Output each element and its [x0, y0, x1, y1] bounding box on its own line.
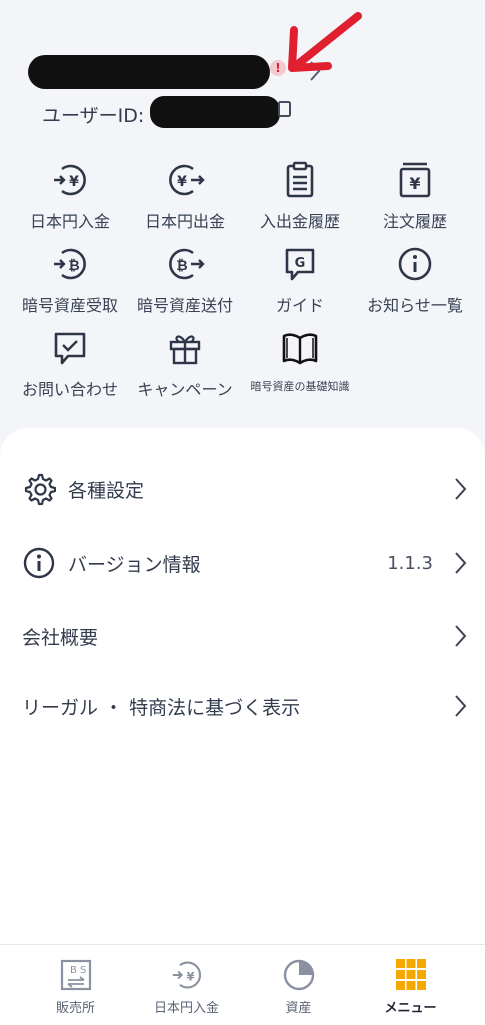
tab-label: 資産 [285, 1001, 312, 1016]
grid-item-history[interactable]: 入出金履歴 [240, 160, 360, 232]
yen-withdraw-icon: ¥ [169, 164, 205, 196]
settings-card: 各種設定 バージョン情報 1.1.3 会社概要 リーガル ・ 特商法に基づく表示 [0, 428, 485, 948]
grid-item-crypto-basics[interactable]: 暗号資産の基礎知識 [240, 328, 360, 394]
user-id-label: ユーザーID: [42, 105, 145, 127]
tab-exchange[interactable]: BS 販売所 [15, 945, 136, 1025]
tab-label: 日本円入金 [153, 1001, 219, 1016]
info-icon [398, 247, 432, 281]
grid-item-label: ガイド [275, 296, 324, 315]
svg-text:S: S [80, 965, 86, 976]
gear-icon [24, 473, 56, 506]
history-icon [286, 161, 314, 198]
chevron-right-icon [455, 695, 467, 717]
yen-deposit-icon: ¥ [172, 961, 201, 989]
menu-item-version[interactable]: バージョン情報 1.1.3 [0, 537, 485, 589]
redacted-username [28, 55, 270, 89]
grid-item-campaign[interactable]: キャンペーン [125, 328, 245, 400]
bottom-tab-bar: BS 販売所 ¥ 日本円入金 資産 メニュー [0, 944, 485, 1025]
gift-icon [169, 335, 201, 365]
pie-chart-icon [283, 959, 314, 991]
grid-item-label: 日本円出金 [144, 212, 225, 231]
svg-text:₿: ₿ [176, 258, 187, 274]
grid-item-crypto-send[interactable]: ₿ 暗号資産送付 [125, 244, 245, 316]
tab-assets[interactable]: 資産 [238, 945, 359, 1025]
exchange-icon: BS [60, 959, 91, 991]
svg-text:¥: ¥ [186, 969, 194, 983]
svg-text:₿: ₿ [68, 258, 79, 274]
menu-item-company[interactable]: 会社概要 [0, 610, 485, 662]
grid-item-label: 暗号資産受取 [21, 296, 118, 315]
grid-item-yen-withdraw[interactable]: ¥ 日本円出金 [125, 160, 245, 232]
crypto-send-icon: ₿ [169, 248, 205, 280]
tab-label: メニュー [384, 1001, 437, 1016]
crypto-receive-icon: ₿ [54, 248, 86, 280]
book-icon [282, 333, 318, 365]
tab-label: 販売所 [55, 1001, 95, 1016]
chevron-right-icon [455, 478, 467, 500]
menu-item-label: バージョン情報 [68, 553, 201, 576]
grid-item-guide[interactable]: G ガイド [240, 244, 360, 316]
grid-item-order-history[interactable]: ¥ 注文履歴 [355, 160, 475, 232]
menu-item-label: 各種設定 [68, 479, 145, 502]
svg-text:¥: ¥ [69, 174, 79, 190]
menu-item-label: リーガル ・ 特商法に基づく表示 [22, 696, 301, 719]
grid-item-label: 暗号資産送付 [136, 296, 233, 315]
profile-section: ! ユーザーID: ¥ 日本円入金 ¥ 日本円出金 入出金履歴 ¥ 注文履歴 ₿… [0, 0, 485, 440]
grid-item-label: お問い合わせ [21, 380, 118, 399]
menu-item-settings[interactable]: 各種設定 [0, 463, 485, 515]
grid-item-notices[interactable]: お知らせ一覧 [355, 244, 475, 316]
svg-text:¥: ¥ [409, 174, 420, 193]
info-icon [23, 547, 55, 579]
grid-item-contact[interactable]: お問い合わせ [10, 328, 130, 400]
chevron-right-icon [455, 552, 467, 574]
grid-item-crypto-receive[interactable]: ₿ 暗号資産受取 [10, 244, 130, 316]
yen-deposit-icon: ¥ [54, 164, 86, 196]
svg-text:¥: ¥ [177, 174, 187, 190]
grid-item-label: 入出金履歴 [259, 212, 340, 231]
guide-icon: G [285, 248, 315, 281]
tab-yen-deposit[interactable]: ¥ 日本円入金 [126, 945, 247, 1025]
redacted-user-id [150, 96, 280, 128]
chevron-right-icon [455, 625, 467, 647]
menu-grid-icon [395, 959, 426, 990]
svg-text:B: B [70, 965, 77, 976]
tab-menu[interactable]: メニュー [350, 945, 471, 1025]
grid-item-label: お知らせ一覧 [367, 296, 463, 315]
grid-item-yen-deposit[interactable]: ¥ 日本円入金 [10, 160, 130, 232]
menu-item-legal[interactable]: リーガル ・ 特商法に基づく表示 [0, 680, 485, 732]
version-value: 1.1.3 [387, 552, 433, 574]
copy-icon[interactable] [276, 100, 292, 120]
grid-item-label: 暗号資産の基礎知識 [250, 380, 350, 393]
annotation-arrow-icon [288, 12, 362, 72]
chat-check-icon [54, 332, 86, 365]
grid-item-label: キャンペーン [137, 380, 233, 399]
grid-item-label: 日本円入金 [29, 212, 110, 231]
menu-item-label: 会社概要 [22, 626, 99, 649]
order-history-icon: ¥ [399, 162, 431, 198]
grid-item-label: 注文履歴 [382, 212, 447, 231]
svg-text:G: G [295, 256, 306, 271]
